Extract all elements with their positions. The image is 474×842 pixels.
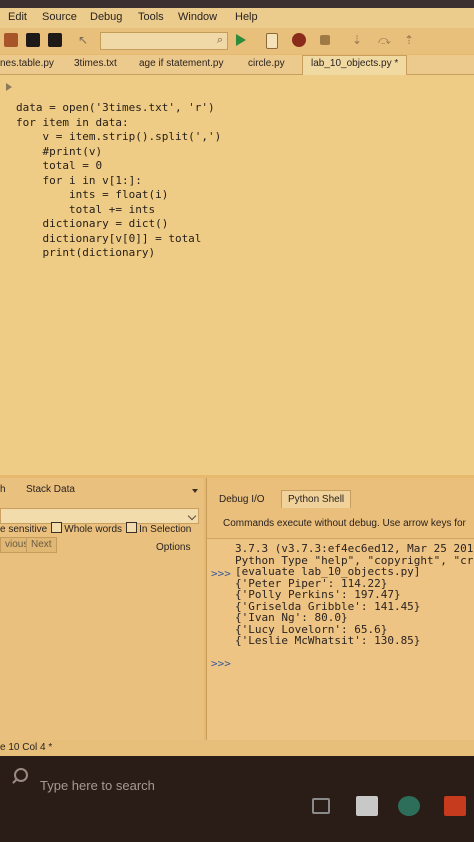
tab-python-shell[interactable]: Python Shell bbox=[281, 490, 352, 508]
case-sensitive-checkbox[interactable] bbox=[51, 522, 63, 533]
tab-age-if-statement[interactable]: age if statement.py bbox=[139, 58, 224, 69]
shell-text: 3.7.3 (v3.7.3:ef4ec6ed12, Mar 25 201 Pyt… bbox=[235, 543, 473, 647]
search-icon[interactable] bbox=[14, 768, 28, 782]
task-view-icon[interactable] bbox=[312, 798, 330, 814]
menu-debug[interactable]: Debug bbox=[90, 11, 122, 23]
in-selection-label: In Selection bbox=[139, 524, 192, 535]
code-line: ints = float(i) bbox=[16, 188, 169, 201]
toolbar: ↖ ⌕ ⇣ ⤼ ⇡ bbox=[0, 28, 474, 54]
editor-tab-bar: nes.table.py 3times.txt age if statement… bbox=[0, 55, 474, 75]
code-line: v = item.strip().split(',') bbox=[16, 130, 222, 143]
save-all-icon[interactable] bbox=[48, 33, 62, 47]
options-link[interactable]: Options bbox=[156, 542, 190, 553]
shell-prompt: >>> bbox=[211, 657, 231, 670]
tab-3times[interactable]: 3times.txt bbox=[74, 58, 117, 69]
python-shell-output[interactable]: >>> >>> 3.7.3 (v3.7.3:ef4ec6ed12, Mar 25… bbox=[207, 538, 474, 745]
debug-bug-icon[interactable] bbox=[292, 33, 306, 47]
menu-help[interactable]: Help bbox=[235, 11, 258, 23]
chevron-down-icon[interactable] bbox=[187, 511, 197, 521]
code-line: for i in v[1:]: bbox=[16, 173, 142, 187]
pointer-icon[interactable]: ↖ bbox=[78, 33, 92, 47]
tab-nes-table[interactable]: nes.table.py bbox=[0, 58, 54, 69]
windows-taskbar: Type here to search bbox=[0, 756, 474, 842]
menu-edit[interactable]: Edit bbox=[8, 11, 27, 23]
run-icon[interactable] bbox=[236, 34, 246, 46]
shell-prompt: >>> bbox=[211, 567, 231, 580]
stop-icon[interactable] bbox=[320, 35, 330, 45]
code-line: dictionary[v[0]] = total bbox=[16, 231, 202, 245]
shell-panel: Debug I/O Python Shell Commands execute … bbox=[206, 478, 474, 748]
tab-circle[interactable]: circle.py bbox=[248, 58, 285, 69]
code-line: for item in data: bbox=[16, 115, 129, 129]
code-line: data = open('3times.txt', 'r') bbox=[16, 101, 215, 114]
edge-icon[interactable] bbox=[398, 796, 420, 816]
step-over-icon[interactable]: ⤼ bbox=[378, 33, 392, 47]
shell-hint: Commands execute without debug. Use arro… bbox=[223, 518, 466, 529]
menu-source[interactable]: Source bbox=[42, 11, 77, 23]
case-sensitive-label: e sensitive bbox=[0, 524, 48, 535]
search-icon[interactable]: ⌕ bbox=[217, 34, 223, 47]
whole-words-label: Whole words bbox=[64, 524, 123, 535]
step-out-icon[interactable]: ⇡ bbox=[404, 33, 418, 47]
search-options-row: e sensitive Whole words In Selection bbox=[0, 522, 191, 535]
code-line: total += ints bbox=[16, 202, 156, 216]
code-editor[interactable]: data = open('3times.txt', 'r') for item … bbox=[0, 75, 474, 475]
tab-lab-10-objects[interactable]: lab_10_objects.py * bbox=[302, 55, 408, 75]
panel-tab-prefix[interactable]: h bbox=[0, 484, 6, 495]
taskbar-search-input[interactable]: Type here to search bbox=[40, 778, 155, 793]
tab-debug-io[interactable]: Debug I/O bbox=[219, 494, 265, 505]
fold-arrow-icon[interactable] bbox=[6, 83, 12, 91]
menu-window[interactable]: Window bbox=[178, 11, 217, 23]
menu-bar: Edit Source Debug Tools Window Help bbox=[0, 8, 474, 28]
code-text[interactable]: data = open('3times.txt', 'r') for item … bbox=[16, 101, 221, 261]
new-file-icon[interactable] bbox=[266, 33, 278, 49]
code-line: total = 0 bbox=[16, 159, 103, 172]
whole-words-checkbox[interactable] bbox=[126, 522, 138, 533]
tab-stack-data[interactable]: Stack Data bbox=[26, 484, 75, 495]
window-title-strip bbox=[0, 0, 474, 8]
panel-menu-chevron-down-icon[interactable] bbox=[192, 489, 198, 493]
open-folder-icon[interactable] bbox=[4, 33, 18, 47]
cursor-position: e 10 Col 4 * bbox=[0, 742, 53, 753]
save-icon[interactable] bbox=[26, 33, 40, 47]
search-panel: h Stack Data e sensitive Whole words In Se… bbox=[0, 478, 204, 748]
code-line: #print(v) bbox=[16, 144, 103, 158]
store-icon[interactable] bbox=[356, 796, 378, 816]
code-line: dictionary = dict() bbox=[16, 217, 169, 230]
next-button[interactable]: Next bbox=[26, 537, 57, 553]
step-into-icon[interactable]: ⇣ bbox=[352, 33, 366, 47]
menu-tools[interactable]: Tools bbox=[138, 11, 164, 23]
status-bar: e 10 Col 4 * bbox=[0, 740, 474, 756]
shell-line: {'Leslie McWhatsit': 130.85} bbox=[235, 634, 421, 647]
office-icon[interactable] bbox=[444, 796, 466, 816]
toolbar-search-input[interactable]: ⌕ bbox=[100, 32, 228, 50]
code-line: print(dictionary) bbox=[16, 246, 156, 259]
